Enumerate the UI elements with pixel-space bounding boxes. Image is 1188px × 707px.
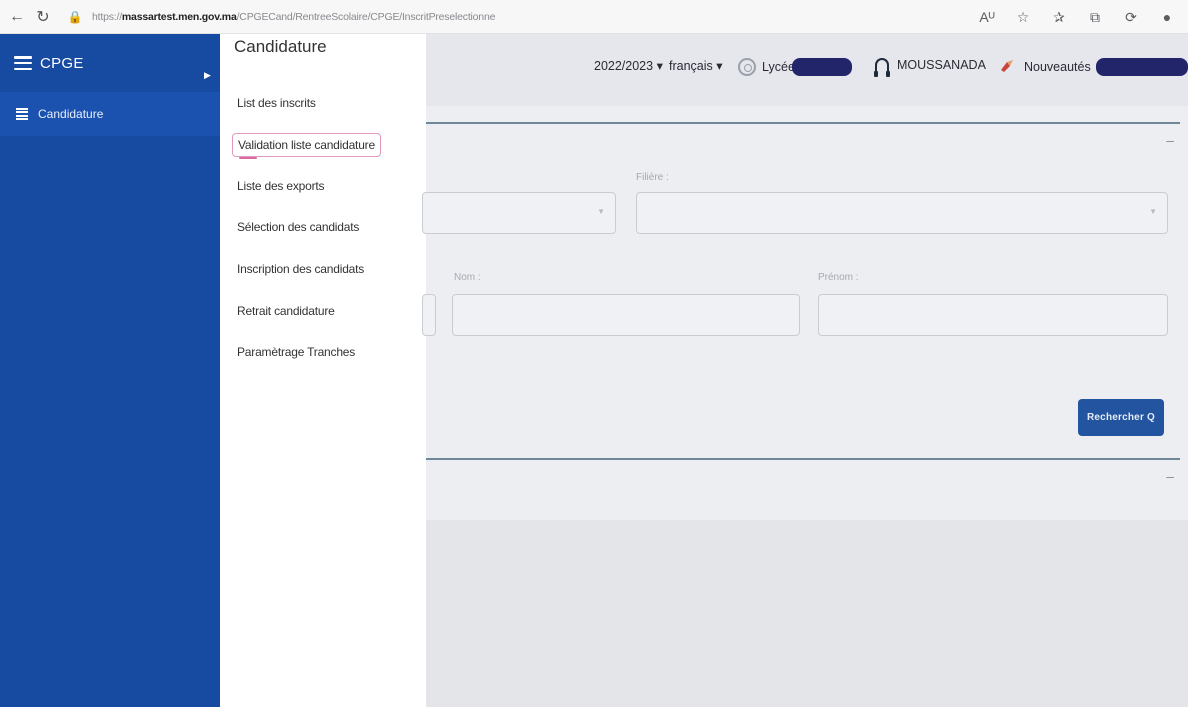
lock-icon[interactable]: 🔒 — [64, 6, 86, 28]
collections-icon[interactable]: ⧉ — [1084, 6, 1106, 28]
hamburger-menu-icon[interactable] — [14, 56, 32, 70]
content-empty-area — [426, 520, 1188, 707]
level-select[interactable]: ▼ — [422, 192, 616, 234]
support-label: MOUSSANADA — [897, 58, 986, 72]
school-menu[interactable]: Lycée — [738, 58, 795, 76]
top-navbar: 2022/2023 ▾ français ▾ Lycée MOUSSANADA … — [426, 34, 1188, 106]
caret-right-icon[interactable]: ▶ — [204, 70, 211, 81]
menu-item-selection-des-candidats[interactable]: Sélection des candidats — [232, 216, 364, 238]
filiere-select[interactable]: ▼ — [636, 192, 1168, 234]
list-icon — [16, 108, 28, 120]
filiere-label: Filière : — [636, 172, 669, 183]
year-label: 2022/2023 — [594, 58, 654, 73]
nom-input[interactable] — [452, 294, 800, 336]
megaphone-icon — [1001, 60, 1013, 72]
year-dropdown[interactable]: 2022/2023 ▾ — [594, 58, 663, 74]
sidebar-title: CPGE — [40, 54, 84, 72]
search-button[interactable]: Rechercher Q — [1078, 399, 1164, 436]
url-prefix: https:// — [92, 10, 122, 23]
favorite-icon[interactable]: ☆ — [1012, 6, 1034, 28]
sidebar-item-candidature[interactable]: Candidature — [0, 92, 220, 136]
redacted-user-name[interactable] — [1096, 58, 1188, 76]
menu-item-inscription-des-candidats[interactable]: Inscription des candidats — [232, 258, 369, 280]
school-label: Lycée — [762, 60, 795, 74]
menu-item-parametrage-tranches[interactable]: Paramètrage Tranches — [232, 341, 360, 363]
history-icon[interactable]: ⟳ — [1120, 6, 1142, 28]
language-label: français — [669, 58, 713, 73]
news-link[interactable]: Nouveautés — [998, 58, 1091, 76]
browser-toolbar: ← ↻ 🔒 https://massartest.men.gov.ma/CPGE… — [0, 0, 1188, 34]
profile-icon[interactable]: ● — [1156, 6, 1178, 28]
menu-item-validation-liste-candidature[interactable]: Validation liste candidature — [232, 133, 381, 159]
prenom-label: Prénom : — [818, 272, 859, 283]
submenu-title: Candidature — [234, 37, 327, 56]
news-label: Nouveautés — [1024, 60, 1091, 74]
language-dropdown[interactable]: français ▾ — [669, 58, 723, 74]
redacted-school-name — [792, 58, 852, 76]
results-panel: – — [426, 458, 1180, 520]
collapse-icon[interactable]: – — [1166, 132, 1174, 148]
nom-label: Nom : — [454, 272, 481, 283]
chevron-down-icon: ▼ — [597, 207, 605, 216]
chevron-down-icon: ▾ — [656, 59, 663, 73]
main-content: – ▼ Filière : ▼ Nom : Prénom : Recherche… — [422, 106, 1188, 707]
moussanada-link[interactable]: MOUSSANADA — [874, 58, 986, 77]
school-logo-icon — [738, 58, 756, 76]
collapse-icon[interactable]: – — [1166, 468, 1174, 484]
candidature-submenu: Candidature List des inscrits Validation… — [220, 34, 426, 707]
headset-icon — [874, 58, 890, 77]
address-bar[interactable]: https://massartest.men.gov.ma/CPGECand/R… — [92, 11, 495, 23]
menu-item-list-des-inscrits[interactable]: List des inscrits — [232, 92, 321, 114]
back-arrow-icon[interactable]: ← — [6, 6, 28, 28]
search-button-label: Rechercher Q — [1087, 412, 1155, 423]
url-path: /CPGECand/RentreeScolaire/CPGE/InscritPr… — [236, 10, 496, 23]
chevron-down-icon: ▼ — [1149, 207, 1157, 216]
read-aloud-icon[interactable]: Aᵁ — [976, 6, 998, 28]
sidebar: CPGE ▶ Candidature — [0, 34, 220, 707]
url-domain: massartest.men.gov.ma — [121, 10, 237, 23]
reload-icon[interactable]: ↻ — [32, 6, 54, 28]
code-input[interactable] — [422, 294, 436, 336]
menu-item-retrait-candidature[interactable]: Retrait candidature — [232, 300, 340, 322]
prenom-input[interactable] — [818, 294, 1168, 336]
chevron-down-icon: ▾ — [716, 59, 723, 73]
search-panel: – ▼ Filière : ▼ Nom : Prénom : Recherche… — [422, 122, 1180, 436]
sidebar-item-label: Candidature — [38, 107, 104, 121]
sidebar-header[interactable]: CPGE ▶ — [0, 34, 220, 92]
favorites-list-icon[interactable]: ✰ — [1048, 6, 1070, 28]
menu-item-liste-des-exports[interactable]: Liste des exports — [232, 175, 329, 197]
